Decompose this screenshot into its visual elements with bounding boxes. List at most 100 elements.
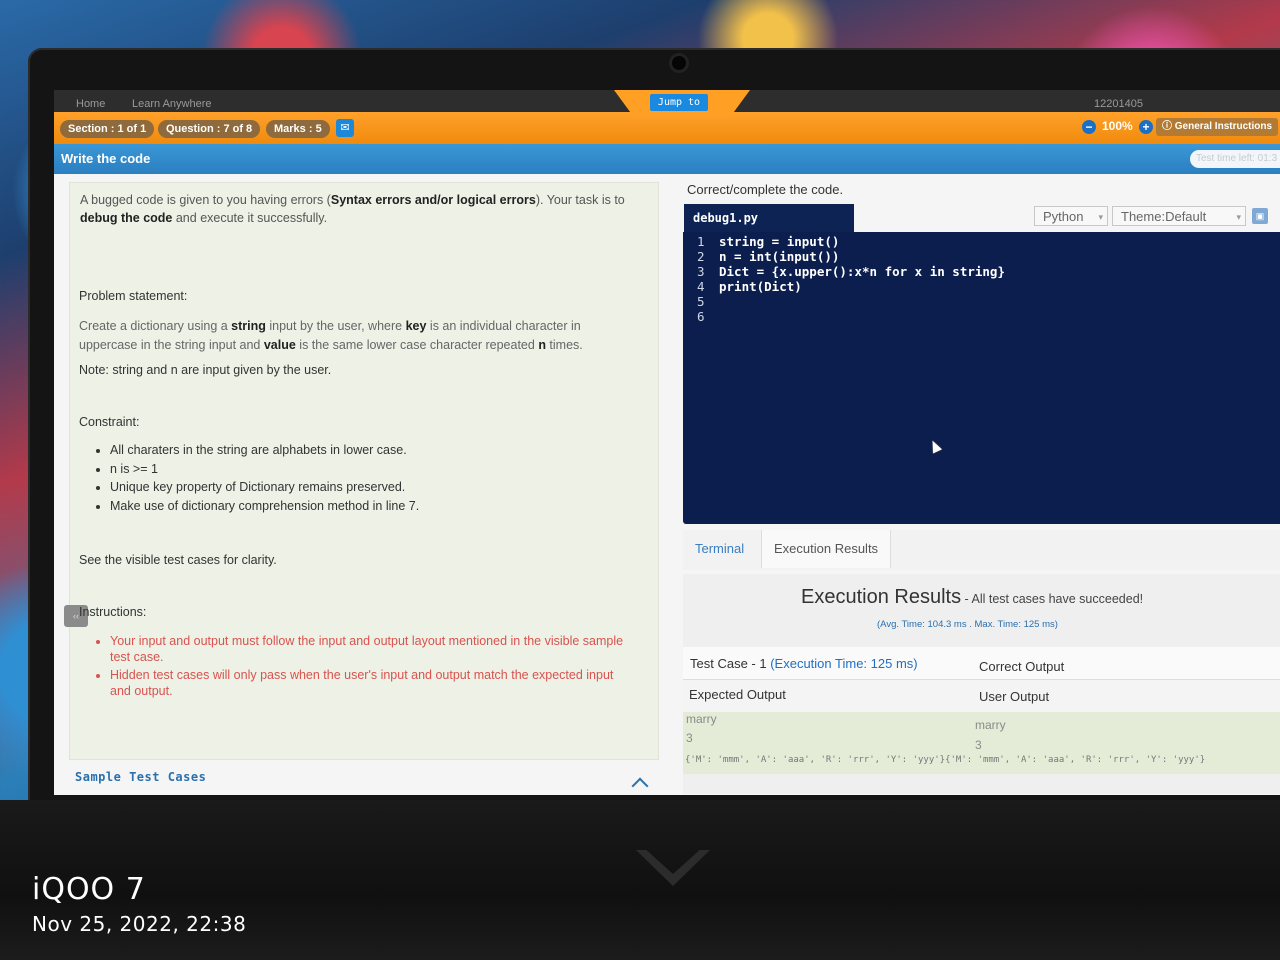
statement-heading: Problem statement: [79, 289, 188, 303]
output-tabs: Terminal Execution Results [683, 530, 1280, 570]
chevron-up-icon[interactable] [631, 777, 649, 795]
write-code-title: Write the code [61, 151, 151, 166]
execution-results-panel: Execution Results - All test cases have … [683, 574, 1280, 794]
line-number: 2 [697, 249, 705, 264]
zoom-out-button[interactable]: − [1082, 120, 1096, 134]
code-editor[interactable]: 1 string = input() 2 n = int(input()) 3 Dic… [683, 232, 1280, 524]
code-line: 6 [697, 309, 719, 325]
editor-prompt: Correct/complete the code. [687, 182, 844, 197]
list-item: Hidden test cases will only pass when th… [110, 667, 630, 699]
problem-panel: A bugged code is given to you having err… [64, 182, 659, 760]
results-status: - All test cases have succeeded! [961, 592, 1144, 606]
code-text: string = input() [719, 234, 840, 249]
test-case-label: Test Case - 1 (Execution Time: 125 ms) [690, 656, 918, 671]
section-pill[interactable]: Section : 1 of 1 [60, 120, 155, 138]
chat-icon[interactable]: ✉ [336, 119, 354, 137]
laptop-screen: Home Learn Anywhere 12201405 Section : 1… [54, 90, 1280, 795]
statement-part: is an individual character in [426, 319, 581, 333]
info-icon: ⓘ [1162, 121, 1175, 132]
correct-output-status: Correct Output [979, 659, 1065, 674]
code-text: n = int(input()) [719, 249, 840, 264]
intro-bold: Syntax errors and/or logical errors [330, 193, 536, 207]
jump-to-button[interactable]: Jump to [650, 94, 708, 111]
statement-bold: string [231, 319, 266, 333]
breadcrumb-learn[interactable]: Learn Anywhere [132, 98, 212, 110]
exam-status-bar: Section : 1 of 1 Question : 7 of 8 Marks… [54, 112, 1280, 144]
statement-part: times. [545, 338, 583, 352]
code-text: print(Dict) [719, 279, 802, 294]
instructions-heading: Instructions: [79, 605, 147, 619]
language-select[interactable]: Python [1034, 206, 1108, 227]
camera-watermark-brand: iQOO 7 [32, 872, 146, 907]
list-item: Your input and output must follow the in… [110, 633, 630, 665]
statement-bold: value [263, 338, 296, 352]
zoom-in-button[interactable]: + [1139, 120, 1153, 134]
code-line: 1 string = input() [697, 234, 839, 250]
user-input-line: marry [975, 718, 1006, 732]
see-visible-text: See the visible test cases for clarity. [79, 553, 277, 567]
file-tab[interactable]: debug1.py [684, 204, 854, 232]
line-number: 1 [697, 234, 705, 249]
sample-test-cases-link[interactable]: Sample Test Cases [75, 770, 206, 784]
code-text: Dict = {x.upper():x*n for x in string} [719, 264, 1005, 279]
expected-input-line: marry [686, 712, 717, 726]
intro-bold: debug the code [80, 211, 173, 225]
statement-bold: key [405, 319, 427, 333]
constraint-list: All charaters in the string are alphabet… [96, 441, 419, 515]
code-line: 2 n = int(input()) [697, 249, 839, 265]
expected-output-label: Expected Output [689, 687, 786, 702]
execution-time: (Execution Time: 125 ms) [770, 656, 918, 671]
test-case-header[interactable]: Test Case - 1 (Execution Time: 125 ms) C… [683, 647, 1280, 680]
expected-input-line: 3 [686, 731, 693, 745]
instructions-list: Your input and output must follow the in… [96, 633, 630, 701]
user-output-label: User Output [979, 689, 1050, 704]
output-dict-text: {'M': 'mmm', 'A': 'aaa', 'R': 'rrr', 'Y'… [685, 755, 1206, 765]
statement-part: is the same lower case character repeate… [295, 338, 539, 352]
tab-execution-results[interactable]: Execution Results [761, 530, 892, 568]
save-icon[interactable]: ▣ [1252, 208, 1268, 224]
marks-pill: Marks : 5 [266, 120, 330, 138]
statement-part: input by the user, where [265, 319, 406, 333]
statement-bold: n [538, 338, 546, 352]
avg-time: (Avg. Time: 104.3 ms . Max. Time: 125 ms… [877, 619, 1058, 630]
intro-part: ). Your task is to [535, 193, 625, 207]
user-id: 12201405 [1094, 98, 1143, 110]
test-case-name: Test Case - 1 [690, 656, 767, 671]
intro-part: and execute it successfully. [175, 211, 328, 225]
results-title: Execution Results - All test cases have … [801, 586, 1143, 609]
output-columns-header: Expected Output User Output [683, 680, 1280, 712]
list-item: All charaters in the string are alphabet… [110, 441, 419, 460]
results-heading: Execution Results [801, 586, 962, 608]
line-number: 3 [697, 264, 705, 279]
tab-terminal[interactable]: Terminal [683, 530, 756, 568]
statement-part: Create a dictionary using a [79, 319, 232, 333]
zoom-level: 100% [1102, 119, 1133, 133]
output-values: marry 3 marry 3 {'M': 'mmm', 'A': 'aaa',… [683, 712, 1280, 774]
intro-text: A bugged code is given to you having err… [80, 191, 650, 227]
theme-select[interactable]: Theme:Default [1112, 206, 1246, 227]
breadcrumb-home[interactable]: Home [76, 98, 105, 110]
note-text: Note: string and n are input given by th… [79, 363, 332, 377]
code-line: 3 Dict = {x.upper():x*n for x in string} [697, 264, 1005, 280]
line-number: 6 [697, 309, 705, 324]
intro-part: A bugged code is given to you having err… [80, 193, 331, 207]
statement-text: Create a dictionary using a string input… [79, 317, 619, 355]
code-line: 5 [697, 294, 719, 310]
line-number: 5 [697, 294, 705, 309]
list-item: Make use of dictionary comprehension met… [110, 497, 419, 516]
general-instructions-button[interactable]: ⓘ General Instructions [1156, 118, 1279, 136]
question-pill[interactable]: Question : 7 of 8 [158, 120, 261, 138]
question-title-bar: Write the code Test time left: 01:3 [54, 144, 1280, 174]
constraint-heading: Constraint: [79, 415, 140, 429]
laptop-lower-body [0, 800, 1280, 960]
camera-watermark-datetime: Nov 25, 2022, 22:38 [32, 912, 247, 936]
time-left: Test time left: 01:3 [1190, 150, 1280, 168]
webcam [672, 56, 686, 70]
code-line: 4 print(Dict) [697, 279, 802, 295]
general-instructions-label: General Instructions [1174, 121, 1273, 132]
list-item: n is >= 1 [110, 460, 419, 479]
user-input-line: 3 [975, 738, 982, 752]
statement-part: uppercase in the string input and [79, 338, 264, 352]
line-number: 4 [697, 279, 705, 294]
list-item: Unique key property of Dictionary remain… [110, 478, 419, 497]
